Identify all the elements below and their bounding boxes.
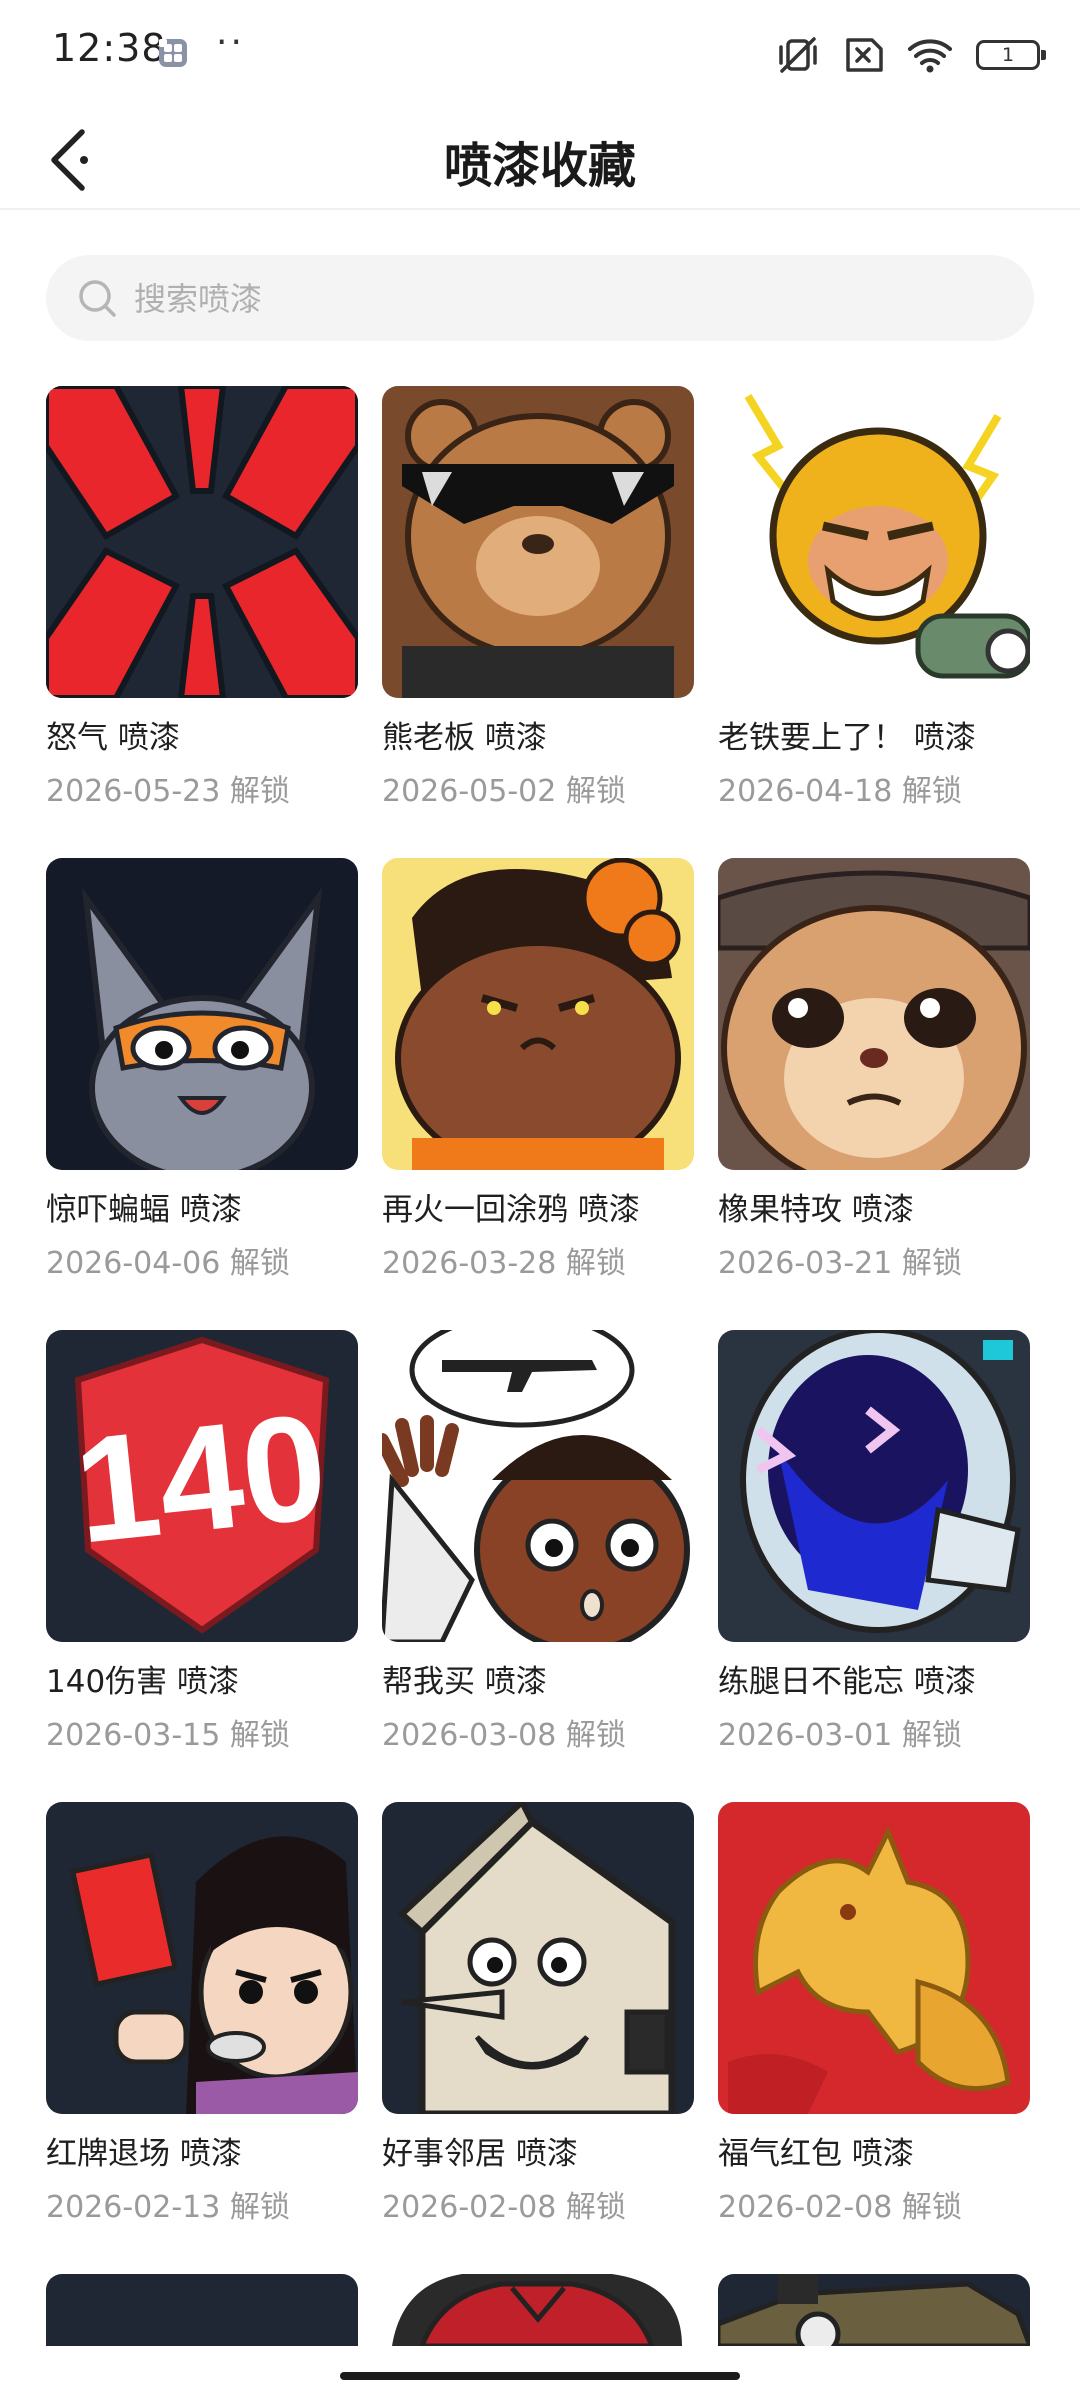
sim-card-off-icon: [846, 38, 883, 72]
spray-unlock-date: 2026-05-02 解锁: [382, 774, 626, 809]
spray-card-bear-boss[interactable]: 熊老板 喷漆 2026-05-02 解锁: [382, 386, 694, 809]
spray-card-partial-2[interactable]: [382, 2274, 694, 2346]
spray-card-rage[interactable]: 怒气 喷漆 2026-05-23 解锁: [46, 386, 358, 809]
spray-image-partial-2: [382, 2274, 694, 2346]
top-app-bar: 喷漆收藏: [0, 108, 1080, 210]
spray-name: 练腿日不能忘 喷漆: [718, 1664, 976, 1700]
spray-card-scared-bat[interactable]: 惊吓蝙蝠 喷漆 2026-04-06 解锁: [46, 858, 358, 1281]
spray-image-leg-day: [718, 1330, 1030, 1642]
spray-card-partial-1[interactable]: [46, 2274, 358, 2346]
spray-image-140-damage: 140: [46, 1330, 358, 1642]
status-time: 12:38: [52, 26, 167, 70]
spray-card-here-we-go[interactable]: 老铁要上了！ 喷漆 2026-04-18 解锁: [718, 386, 1030, 809]
spray-unlock-date: 2026-03-21 解锁: [718, 1246, 962, 1281]
spray-name: 再火一回涂鸦 喷漆: [382, 1192, 640, 1228]
search-bar[interactable]: [46, 255, 1034, 343]
battery-icon: 1: [976, 40, 1046, 70]
spray-image-red-card: [46, 1802, 358, 2114]
spray-name: 老铁要上了！ 喷漆: [718, 720, 976, 756]
spray-image-good-neighbor: [382, 1802, 694, 2114]
spray-image-partial-3: [718, 2274, 1030, 2346]
spray-name: 红牌退场 喷漆: [46, 2136, 242, 2172]
spray-name: 惊吓蝙蝠 喷漆: [46, 1192, 242, 1228]
spray-image-partial-1: [46, 2274, 358, 2346]
spray-card-good-neighbor[interactable]: 好事邻居 喷漆 2026-02-08 解锁: [382, 1802, 694, 2225]
spray-card-140-damage[interactable]: 140 140伤害 喷漆 2026-03-15 解锁: [46, 1330, 358, 1753]
spray-unlock-date: 2026-02-08 解锁: [382, 2190, 626, 2225]
spray-image-fire-again: [382, 858, 694, 1170]
spray-card-fire-again[interactable]: 再火一回涂鸦 喷漆 2026-03-28 解锁: [382, 858, 694, 1281]
spray-image-acorn-ops: [718, 858, 1030, 1170]
page-title: 喷漆收藏: [443, 138, 636, 194]
search-icon: [79, 280, 116, 317]
spray-image-buy-for-me: [382, 1330, 694, 1642]
spray-unlock-date: 2026-03-08 解锁: [382, 1718, 626, 1753]
damage-number-text: 140: [68, 1381, 334, 1574]
spray-name: 帮我买 喷漆: [382, 1664, 547, 1700]
app-notification-icon: [159, 39, 187, 67]
wifi-icon: [908, 39, 952, 73]
spray-unlock-date: 2026-03-01 解锁: [718, 1718, 962, 1753]
spray-unlock-date: 2026-04-06 解锁: [46, 1246, 290, 1281]
vibrate-mute-icon: [779, 37, 817, 73]
spray-image-scared-bat: [46, 858, 358, 1170]
spray-image-lucky-red-envelope: [718, 1802, 1030, 2114]
spray-name: 怒气 喷漆: [46, 720, 180, 756]
spray-card-acorn-ops[interactable]: 橡果特攻 喷漆 2026-03-21 解锁: [718, 858, 1030, 1281]
spray-name: 好事邻居 喷漆: [382, 2136, 578, 2172]
spray-name: 熊老板 喷漆: [382, 720, 547, 756]
spray-name: 福气红包 喷漆: [718, 2136, 914, 2172]
spray-unlock-date: 2026-05-23 解锁: [46, 774, 290, 809]
spray-card-lucky-red-envelope[interactable]: 福气红包 喷漆 2026-02-08 解锁: [718, 1802, 1030, 2225]
spray-unlock-date: 2026-02-08 解锁: [718, 2190, 962, 2225]
status-bar: 12:38 ·· 1: [0, 0, 1080, 108]
spray-card-partial-3[interactable]: [718, 2274, 1030, 2346]
spray-unlock-date: 2026-04-18 解锁: [718, 774, 962, 809]
spray-unlock-date: 2026-02-13 解锁: [46, 2190, 290, 2225]
spray-image-rage: [46, 386, 358, 698]
spray-card-leg-day[interactable]: 练腿日不能忘 喷漆 2026-03-01 解锁: [718, 1330, 1030, 1753]
more-notifications-icon: ··: [216, 22, 245, 63]
spray-unlock-date: 2026-03-15 解锁: [46, 1718, 290, 1753]
home-indicator[interactable]: [340, 2372, 740, 2380]
spray-name: 140伤害 喷漆: [46, 1664, 240, 1700]
spray-image-here-we-go: [718, 386, 1030, 698]
spray-card-buy-for-me[interactable]: 帮我买 喷漆 2026-03-08 解锁: [382, 1330, 694, 1753]
spray-name: 橡果特攻 喷漆: [718, 1192, 914, 1228]
spray-card-red-card[interactable]: 红牌退场 喷漆 2026-02-13 解锁: [46, 1802, 358, 2225]
spray-image-bear-boss: [382, 386, 694, 698]
spray-unlock-date: 2026-03-28 解锁: [382, 1246, 626, 1281]
search-input[interactable]: [132, 255, 996, 343]
